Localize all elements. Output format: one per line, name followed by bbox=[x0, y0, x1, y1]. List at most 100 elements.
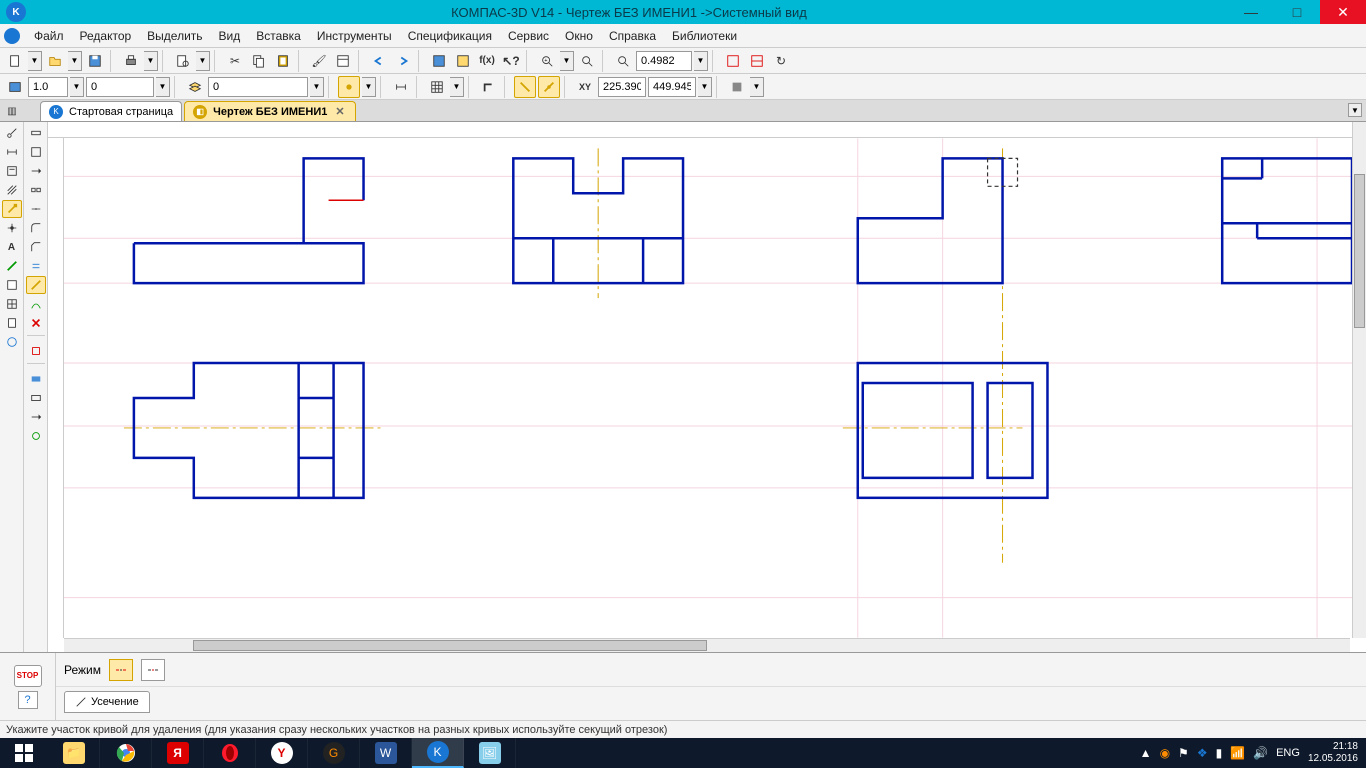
mode1-button[interactable] bbox=[514, 76, 536, 98]
task-ybrowser[interactable]: Y bbox=[256, 738, 308, 768]
vt2-fillet-icon[interactable] bbox=[26, 219, 46, 237]
vt2-join-icon[interactable] bbox=[26, 200, 46, 218]
zoom-in-button[interactable]: + bbox=[536, 50, 558, 72]
vt2-trim1-icon[interactable] bbox=[26, 124, 46, 142]
task-opera[interactable] bbox=[204, 738, 256, 768]
properties-button[interactable] bbox=[332, 50, 354, 72]
vt1-table-icon[interactable] bbox=[2, 295, 22, 313]
mode-option-1[interactable] bbox=[109, 659, 133, 681]
copy-button[interactable] bbox=[248, 50, 270, 72]
redo-button[interactable] bbox=[392, 50, 414, 72]
vt2-chamfer-icon[interactable] bbox=[26, 238, 46, 256]
layer-dropdown[interactable]: ▼ bbox=[156, 77, 170, 97]
tabstrip-icon1[interactable]: ▥ bbox=[2, 102, 22, 120]
stop-button[interactable]: STOP bbox=[14, 665, 42, 687]
tray-battery-icon[interactable]: ▮ bbox=[1216, 746, 1223, 760]
menu-insert[interactable]: Вставка bbox=[248, 26, 309, 46]
preview-button[interactable] bbox=[172, 50, 194, 72]
zoom-in-dropdown[interactable]: ▼ bbox=[560, 51, 574, 71]
sys-dropdown[interactable]: ▼ bbox=[750, 77, 764, 97]
vt1-edit-icon[interactable] bbox=[2, 200, 22, 218]
vt1-spec-icon[interactable] bbox=[2, 276, 22, 294]
canvas-area[interactable] bbox=[48, 122, 1366, 652]
new-button[interactable] bbox=[4, 50, 26, 72]
tray-volume-icon[interactable]: 🔊 bbox=[1253, 746, 1268, 760]
brush-button[interactable]: 🖌 bbox=[308, 50, 330, 72]
task-chrome[interactable] bbox=[100, 738, 152, 768]
task-explorer[interactable]: 📁 bbox=[48, 738, 100, 768]
app-menu-icon[interactable] bbox=[4, 28, 20, 44]
menu-view[interactable]: Вид bbox=[211, 26, 249, 46]
sys-button[interactable] bbox=[726, 76, 748, 98]
snap-button[interactable] bbox=[338, 76, 360, 98]
vt1-measure-icon[interactable] bbox=[2, 257, 22, 275]
tray-clock[interactable]: 21:18 12.05.2016 bbox=[1308, 741, 1358, 765]
save-button[interactable] bbox=[84, 50, 106, 72]
maximize-button[interactable]: □ bbox=[1274, 0, 1320, 24]
menu-select[interactable]: Выделить bbox=[139, 26, 210, 46]
scale-input[interactable] bbox=[28, 77, 68, 97]
minimize-button[interactable]: — bbox=[1228, 0, 1274, 24]
zoom-out-button[interactable] bbox=[576, 50, 598, 72]
layer-input[interactable] bbox=[86, 77, 154, 97]
grid-dropdown[interactable]: ▼ bbox=[450, 77, 464, 97]
open-dropdown[interactable]: ▼ bbox=[68, 51, 82, 71]
vt2-active-icon[interactable] bbox=[26, 276, 46, 294]
vt1-a-icon[interactable]: A bbox=[2, 238, 22, 256]
vt2-b2-icon[interactable] bbox=[26, 370, 46, 388]
vt1-geometry-icon[interactable] bbox=[2, 124, 22, 142]
undo-button[interactable] bbox=[368, 50, 390, 72]
vt1-report-icon[interactable] bbox=[2, 314, 22, 332]
tray-up-icon[interactable]: ▲ bbox=[1140, 746, 1152, 760]
tray-flag-icon[interactable]: ⚑ bbox=[1178, 746, 1189, 760]
tab-document[interactable]: ◧ Чертеж БЕЗ ИМЕНИ1 ✕ bbox=[184, 101, 355, 121]
tray-shield-icon[interactable]: ◉ bbox=[1160, 746, 1170, 760]
help-pointer-button[interactable]: ↖? bbox=[500, 50, 522, 72]
print-dropdown[interactable]: ▼ bbox=[144, 51, 158, 71]
fx-button[interactable]: f(x) bbox=[476, 50, 498, 72]
print-button[interactable] bbox=[120, 50, 142, 72]
tray-app-icon[interactable]: ❖ bbox=[1197, 746, 1208, 760]
start-button[interactable] bbox=[0, 738, 48, 768]
tray-lang[interactable]: ENG bbox=[1276, 747, 1300, 759]
view2-button[interactable] bbox=[746, 50, 768, 72]
vt1-hatch-icon[interactable] bbox=[2, 181, 22, 199]
menu-help[interactable]: Справка bbox=[601, 26, 664, 46]
menu-spec[interactable]: Спецификация bbox=[400, 26, 500, 46]
view1-button[interactable] bbox=[722, 50, 744, 72]
close-button[interactable]: ✕ bbox=[1320, 0, 1366, 24]
cut-button[interactable]: ✂ bbox=[224, 50, 246, 72]
snap-dropdown[interactable]: ▼ bbox=[362, 77, 376, 97]
vt2-break-icon[interactable] bbox=[26, 181, 46, 199]
task-word[interactable]: W bbox=[360, 738, 412, 768]
open-button[interactable] bbox=[44, 50, 66, 72]
vt2-extend-icon[interactable] bbox=[26, 162, 46, 180]
mode-option-2[interactable] bbox=[141, 659, 165, 681]
vt2-b5-icon[interactable] bbox=[26, 427, 46, 445]
prop-tab-trim[interactable]: Усечение bbox=[64, 691, 150, 713]
zoom-input[interactable] bbox=[636, 51, 692, 71]
vt2-del-icon[interactable] bbox=[26, 314, 46, 332]
layers-button[interactable] bbox=[184, 76, 206, 98]
menu-tools[interactable]: Инструменты bbox=[309, 26, 400, 46]
scale-dropdown[interactable]: ▼ bbox=[70, 77, 84, 97]
tray-network-icon[interactable]: 📶 bbox=[1230, 746, 1245, 760]
vt1-dim-icon[interactable] bbox=[2, 143, 22, 161]
vt1-misc-icon[interactable] bbox=[2, 333, 22, 351]
style-input[interactable] bbox=[208, 77, 308, 97]
tab-close-button[interactable]: ✕ bbox=[333, 105, 346, 118]
style-dropdown[interactable]: ▼ bbox=[310, 77, 324, 97]
tabstrip-dropdown[interactable]: ▼ bbox=[1348, 103, 1362, 117]
vt2-b1-icon[interactable] bbox=[26, 342, 46, 360]
refresh-button[interactable]: ↻ bbox=[770, 50, 792, 72]
mode2-button[interactable] bbox=[538, 76, 560, 98]
manager-button[interactable] bbox=[428, 50, 450, 72]
zoom-dropdown[interactable]: ▼ bbox=[694, 51, 708, 71]
menu-libs[interactable]: Библиотеки bbox=[664, 26, 745, 46]
zoom-fit-button[interactable] bbox=[612, 50, 634, 72]
task-app1[interactable]: G bbox=[308, 738, 360, 768]
vt2-b4-icon[interactable] bbox=[26, 408, 46, 426]
paste-button[interactable] bbox=[272, 50, 294, 72]
coord-x-input[interactable] bbox=[598, 77, 646, 97]
variables-button[interactable] bbox=[452, 50, 474, 72]
